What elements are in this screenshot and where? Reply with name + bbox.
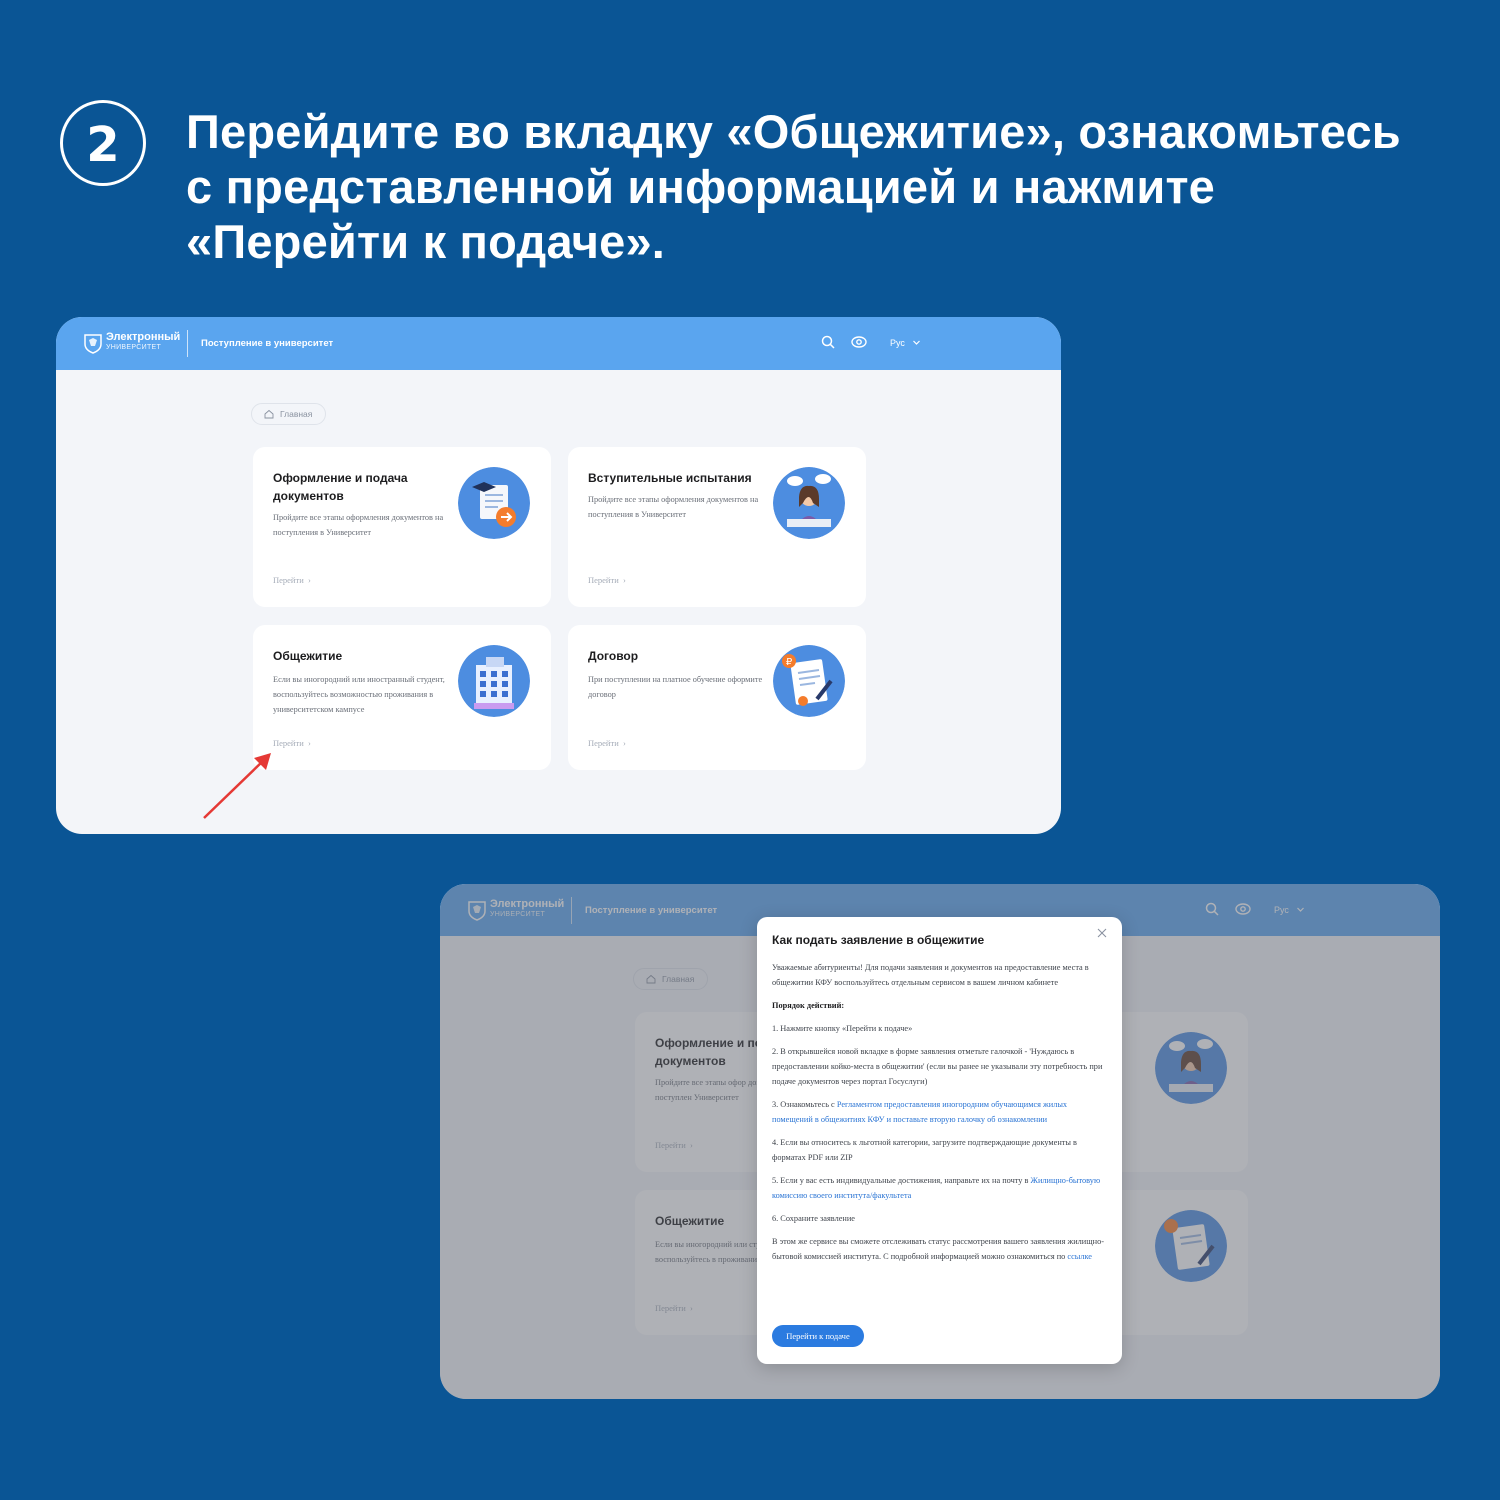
screenshot-dashboard: Электронный УНИВЕРСИТЕТ Поступление в ун… [56, 317, 1061, 834]
step-number: 2 [86, 117, 120, 173]
card-go-link[interactable]: Перейти › [588, 575, 626, 585]
breadcrumb-home[interactable]: Главная [251, 403, 326, 425]
card-contract[interactable]: Договор При поступлении на платное обуче… [568, 625, 866, 770]
step-5: 5. Если у вас есть индивидуальные достиж… [772, 1176, 1101, 1200]
step-1: 1. Нажмите кнопку «Перейти к подаче» [772, 1024, 913, 1033]
modal-outro: В этом же сервисе вы сможете отслеживать… [772, 1237, 1104, 1261]
instruction-headline: Перейдите во вкладку «Общежитие», ознако… [186, 104, 1466, 269]
search-icon[interactable] [821, 335, 835, 349]
logo-line-2: УНИВЕРСИТЕТ [106, 344, 162, 351]
steps-header: Порядок действий: [772, 1001, 845, 1010]
card-description: Если вы иногородний или иностранный студ… [273, 675, 445, 714]
section-title[interactable]: Поступление в университет [201, 338, 333, 349]
details-link[interactable]: ссылке [1067, 1252, 1092, 1261]
language-selector[interactable]: Рус [890, 338, 905, 348]
app-header: Электронный УНИВЕРСИТЕТ Поступление в ун… [56, 317, 1061, 370]
card-documents[interactable]: Оформление и подача документов Пройдите … [253, 447, 551, 607]
dormitory-application-modal: Как подать заявление в общежитие Уважаем… [757, 917, 1122, 1364]
go-to-application-button[interactable]: Перейти к подаче [772, 1325, 864, 1347]
modal-title: Как подать заявление в общежитие [772, 933, 985, 947]
contract-icon: ₽ [773, 645, 845, 717]
card-description: Пройдите все этапы оформления документов… [273, 513, 444, 537]
pointer-arrow-icon [203, 753, 271, 819]
card-dormitory[interactable]: Общежитие Если вы иногородний или иностр… [253, 625, 551, 770]
headline-line-2: с представленной информацией и нажмите [186, 160, 1216, 213]
student-writing-icon [773, 467, 845, 539]
logo-text[interactable]: Электронный УНИВЕРСИТЕТ [106, 332, 180, 352]
step-number-badge: 2 [60, 100, 146, 186]
modal-body: Уважаемые абитуриенты! Для подачи заявле… [772, 960, 1108, 1272]
svg-text:₽: ₽ [786, 657, 793, 668]
header-divider [187, 330, 188, 357]
card-go-link[interactable]: Перейти › [273, 575, 311, 585]
card-description: Пройдите все этапы оформления документов… [588, 495, 759, 519]
document-cap-icon [458, 467, 530, 539]
step-2: 2. В открывшейся новой вкладке в форме з… [772, 1047, 1103, 1086]
modal-intro: Уважаемые абитуриенты! Для подачи заявле… [772, 963, 1089, 987]
headline-line-1: Перейдите во вкладку «Общежитие», ознако… [186, 105, 1401, 158]
university-logo-icon [84, 334, 102, 354]
home-icon [264, 409, 274, 419]
step-4: 4. Если вы относитесь к льготной категор… [772, 1138, 1077, 1162]
step-6: 6. Сохраните заявление [772, 1214, 855, 1223]
logo-line-1: Электронный [106, 331, 181, 343]
headline-line-3: «Перейти к подаче». [186, 215, 666, 268]
card-title: Договор [588, 649, 639, 663]
card-title: Вступительные испытания [588, 471, 752, 485]
close-icon[interactable] [1097, 928, 1107, 938]
accessibility-eye-icon[interactable] [851, 335, 867, 349]
card-go-link[interactable]: Перейти › [588, 738, 626, 748]
building-icon [458, 645, 530, 717]
breadcrumb-label: Главная [280, 409, 313, 419]
card-title: Общежитие [273, 649, 343, 663]
card-entrance-exams[interactable]: Вступительные испытания Пройдите все эта… [568, 447, 866, 607]
step-3: 3. Ознакомьтесь с Регламентом предоставл… [772, 1100, 1068, 1124]
chevron-down-icon[interactable] [912, 338, 921, 347]
card-description: При поступлении на платное обучение офор… [588, 675, 763, 699]
card-title: Оформление и подача документов [273, 471, 408, 503]
